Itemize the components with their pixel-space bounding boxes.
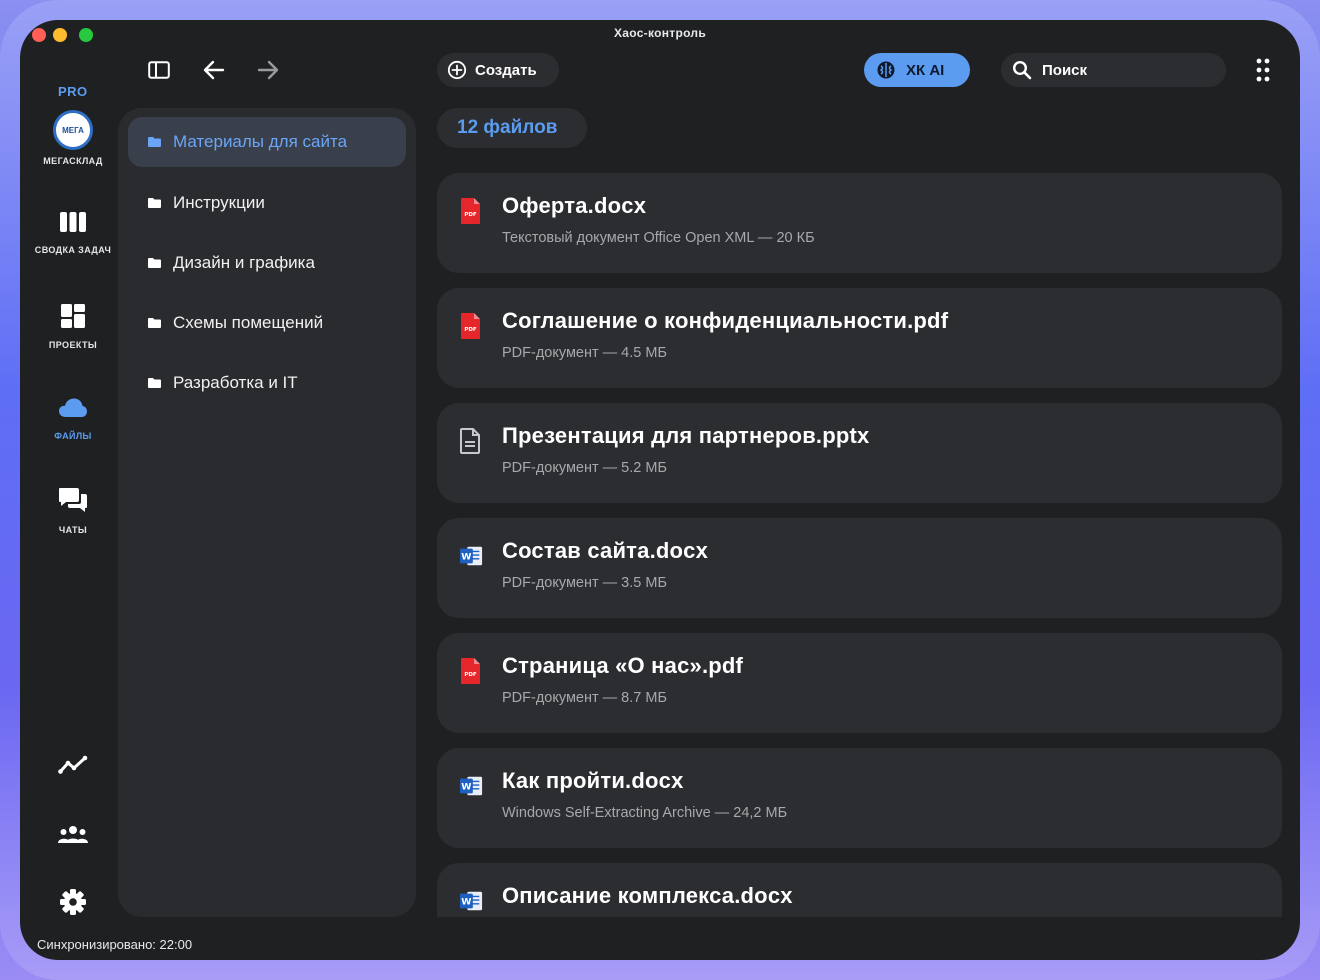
plus-circle-icon <box>447 60 467 80</box>
nav-rail: PRO МЕГА МЕГАСКЛАД СВОДКА ЗАДАЧ ПРОЕКТЫ <box>20 48 126 938</box>
rail-item-tasks[interactable]: СВОДКА ЗАДАЧ <box>20 210 126 255</box>
word-icon: W <box>459 891 483 911</box>
forward-arrow-icon[interactable] <box>257 60 279 80</box>
pdf-icon: PDF <box>461 658 480 684</box>
folder-item[interactable]: Инструкции <box>128 178 406 228</box>
folder-icon <box>148 137 161 147</box>
rail-item-label: ЧАТЫ <box>58 525 88 535</box>
document-icon <box>460 428 480 454</box>
file-name: Как пройти.docx <box>502 768 684 793</box>
rail-item-chats[interactable]: ЧАТЫ <box>20 486 126 535</box>
settings-icon <box>60 889 86 915</box>
folder-item[interactable]: Схемы помещений <box>128 298 406 348</box>
svg-text:W: W <box>461 552 471 563</box>
file-card[interactable]: W Как пройти.docx Windows Self-Extractin… <box>437 748 1282 848</box>
app-window: Хаос-контроль PRO МЕГА МЕГАСКЛАД СВОДКА … <box>20 20 1300 960</box>
back-arrow-icon[interactable] <box>203 60 225 80</box>
file-name: Описание комплекса.docx <box>502 883 793 908</box>
team-icon <box>58 826 88 843</box>
file-meta: PDF-документ — 5.2 МБ <box>502 460 667 476</box>
svg-text:PDF: PDF <box>464 212 477 218</box>
window-title: Хаос-контроль <box>613 26 707 40</box>
rail-item-projects[interactable]: ПРОЕКТЫ <box>20 303 126 350</box>
svg-text:W: W <box>461 897 471 908</box>
apps-grid-icon[interactable] <box>1256 58 1270 82</box>
folder-item[interactable]: Дизайн и графика <box>128 238 406 288</box>
window-minimize-button[interactable] <box>53 28 67 42</box>
file-card[interactable]: PDF Страница «О нас».pdf PDF-документ — … <box>437 633 1282 733</box>
chat-icon <box>59 488 87 512</box>
ai-button[interactable]: ХК AI <box>864 53 970 87</box>
rail-item-files[interactable]: ФАЙЛЫ <box>20 396 126 441</box>
file-name: Презентация для партнеров.pptx <box>502 423 870 448</box>
pdf-icon: PDF <box>461 198 480 224</box>
cloud-icon <box>59 398 87 417</box>
team-button[interactable] <box>20 824 126 849</box>
settings-button[interactable] <box>20 888 126 921</box>
file-meta: Текстовый документ Office Open XML — 20 … <box>502 230 815 246</box>
file-list: PDF Оферта.docx Текстовый документ Offic… <box>437 173 1282 917</box>
svg-text:W: W <box>461 782 471 793</box>
analytics-button[interactable] <box>20 755 126 780</box>
file-card[interactable]: PDF Соглашение о конфиденциальности.pdf … <box>437 288 1282 388</box>
file-meta: PDF-документ — 3.5 МБ <box>502 575 667 591</box>
folders-panel: Материалы для сайта Инструкции Дизайн и … <box>118 108 416 917</box>
columns-icon <box>60 212 86 232</box>
search-placeholder: Поиск <box>1042 61 1088 79</box>
file-name: Страница «О нас».pdf <box>502 653 744 678</box>
folder-item[interactable]: Разработка и IT <box>128 358 406 408</box>
brain-icon <box>877 61 895 79</box>
create-button-label: Создать <box>475 61 537 79</box>
folder-icon <box>148 258 161 268</box>
folder-label: Инструкции <box>173 193 265 212</box>
rail-item-megasklad[interactable]: МЕГА МЕГАСКЛАД <box>20 110 126 166</box>
folder-item[interactable]: Материалы для сайта <box>128 117 406 167</box>
rail-item-label: МЕГАСКЛАД <box>43 156 103 166</box>
analytics-icon <box>58 755 88 774</box>
sync-status: Синхронизировано: 22:00 <box>37 937 193 952</box>
file-meta: Windows Self-Extracting Archive — 24,2 М… <box>502 805 788 821</box>
file-name: Оферта.docx <box>502 193 647 218</box>
svg-text:PDF: PDF <box>464 327 477 333</box>
file-card[interactable]: W Описание комплекса.docx <box>437 863 1282 917</box>
search-icon <box>1012 60 1032 80</box>
rail-item-label: ФАЙЛЫ <box>54 431 92 441</box>
folder-icon <box>148 378 161 388</box>
file-card[interactable]: PDF Оферта.docx Текстовый документ Offic… <box>437 173 1282 273</box>
rail-item-label: ПРОЕКТЫ <box>48 340 98 350</box>
file-card[interactable]: W Состав сайта.docx PDF-документ — 3.5 М… <box>437 518 1282 618</box>
file-card[interactable]: Презентация для партнеров.pptx PDF-докум… <box>437 403 1282 503</box>
window-zoom-button[interactable] <box>79 28 93 42</box>
svg-text:PDF: PDF <box>464 672 477 678</box>
window-close-button[interactable] <box>32 28 46 42</box>
dashboard-icon <box>61 304 85 328</box>
file-meta: PDF-документ — 8.7 МБ <box>502 690 667 706</box>
word-icon: W <box>459 776 483 796</box>
folder-icon <box>148 318 161 328</box>
search-field[interactable]: Поиск <box>1001 53 1226 87</box>
rail-item-label: СВОДКА ЗАДАЧ <box>34 245 112 255</box>
folder-label: Разработка и IT <box>173 373 298 392</box>
file-name: Соглашение о конфиденциальности.pdf <box>502 308 949 333</box>
sidebar-toggle-icon[interactable] <box>148 61 170 79</box>
folder-icon <box>148 198 161 208</box>
folder-label: Схемы помещений <box>173 313 324 332</box>
file-meta: PDF-документ — 4.5 МБ <box>502 345 667 361</box>
word-icon: W <box>459 546 483 566</box>
ai-button-label: ХК AI <box>906 61 945 79</box>
folder-label: Дизайн и графика <box>173 253 315 272</box>
pro-badge: PRO <box>58 84 88 99</box>
megasklad-logo: МЕГА <box>53 110 93 150</box>
create-button[interactable]: Создать <box>437 53 559 87</box>
files-count-badge: 12 файлов <box>437 108 587 148</box>
folder-label: Материалы для сайта <box>173 132 348 151</box>
file-name: Состав сайта.docx <box>502 538 709 563</box>
pdf-icon: PDF <box>461 313 480 339</box>
